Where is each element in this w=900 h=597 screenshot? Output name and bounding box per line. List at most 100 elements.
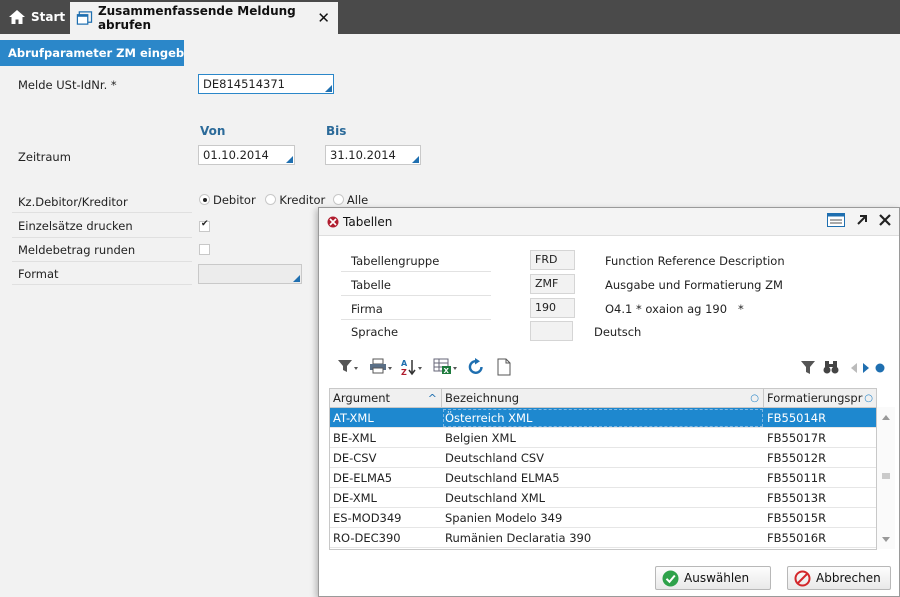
tab-active-label: Zusammenfassende Meldung abrufen [97,4,296,32]
column-header-argument[interactable]: Argument ^ [330,389,442,408]
field-corner-icon [293,275,300,282]
cell-bezeichnung: Deutschland CSV [445,451,545,465]
column-header-label: Bezeichnung [445,391,520,405]
cell-formatierung: FB55015R [767,511,827,525]
pager-nav-icon[interactable] [849,362,889,374]
param-desc: Deutsch [594,325,642,339]
window-icon [76,11,93,25]
abbrechen-button[interactable]: Abbrechen [787,566,891,590]
von-date-field[interactable]: 01.10.2014 [198,145,295,165]
cell-formatierung: FB55011R [767,471,827,485]
cell-argument: DE-CSV [333,451,377,465]
einzelsaetze-checkbox[interactable] [199,219,210,232]
cell-bezeichnung: Spanien Modelo 349 [445,511,563,525]
funnel-icon[interactable] [801,361,815,374]
format-label: Format [18,267,59,281]
param-value: ZMF [535,277,559,290]
param-label: Tabelle [351,278,392,292]
tab-start-label: Start [31,10,66,24]
binoculars-icon[interactable] [823,360,839,374]
tabelle-field[interactable]: ZMF [530,274,575,294]
table-row[interactable]: AT-XML Österreich XML FB55014R [330,408,876,428]
tabellen-dialog: Tabellen Tabellengruppe FRD Function Ref… [318,207,900,597]
radio-icon [332,194,344,205]
field-corner-icon [412,156,419,163]
tabellengruppe-field[interactable]: FRD [530,250,575,270]
radio-selected-icon [199,194,210,205]
row-divider [341,295,491,296]
radio-alle-label: Alle [346,193,369,207]
sort-az-icon[interactable]: AZ [401,358,425,376]
maximize-icon[interactable] [855,213,869,227]
cell-argument: RO-DEC390 [333,531,401,545]
param-desc: Function Reference Description [605,254,785,268]
cell-argument: ES-MOD349 [333,511,402,525]
radio-debitor[interactable]: Debitor [199,193,256,207]
close-tab-icon[interactable]: ✕ [317,9,330,27]
cell-bezeichnung: Deutschland ELMA5 [445,471,560,485]
tab-bar: Start Zusammenfassende Meldung abrufen ✕ [0,0,900,34]
cell-formatierung: FB55014R [767,411,827,425]
ustid-label: Melde USt-IdNr. * [18,78,117,92]
cell-bezeichnung: Belgien XML [445,431,516,445]
scroll-grip-icon[interactable] [882,473,890,479]
dialog-title: Tabellen [343,215,393,229]
cell-argument: AT-XML [333,411,374,425]
layout-icon[interactable] [827,213,845,227]
checkmark-icon [662,570,679,586]
scroll-up-icon[interactable] [882,415,890,420]
refresh-icon[interactable] [467,358,485,376]
grid-scrollbar[interactable] [877,407,895,549]
table-row[interactable]: BE-XML Belgien XML FB55017R [330,428,876,448]
column-header-bezeichnung[interactable]: Bezeichnung ○ [442,389,764,408]
radio-alle[interactable]: Alle [332,193,369,207]
radio-kreditor-label: Kreditor [279,193,326,207]
firma-field[interactable]: 190 [530,298,575,318]
print-icon[interactable] [369,358,393,374]
column-options-icon: ○ [750,393,759,404]
auswaehlen-button[interactable]: Auswählen [655,566,771,590]
von-header: Von [200,124,226,138]
close-dialog-icon[interactable] [879,214,891,226]
cell-argument: DE-XML [333,491,377,505]
excel-export-icon[interactable]: X [433,358,459,375]
einzelsaetze-label: Einzelsätze drucken [18,219,133,233]
ustid-value: DE814514371 [203,77,285,91]
meldebetrag-runden-label: Meldebetrag runden [18,243,136,257]
table-row[interactable]: ES-MOD349 Spanien Modelo 349 FB55015R [330,508,876,528]
param-label: Firma [351,302,383,316]
zeitraum-label: Zeitraum [18,150,71,164]
meldebetrag-runden-checkbox[interactable] [199,244,210,255]
filter-icon[interactable] [337,358,359,374]
column-options-icon: ○ [864,393,873,404]
svg-text:A: A [401,359,408,368]
tab-zusammenfassende-meldung[interactable]: Zusammenfassende Meldung abrufen ✕ [70,2,338,34]
param-label: Tabellengruppe [351,254,440,268]
cell-formatierung: FB55013R [767,491,827,505]
tab-start[interactable]: Start [0,0,66,34]
ustid-field[interactable]: DE814514371 [198,74,334,94]
section-title: Abrufparameter ZM eingeben [0,40,209,66]
kz-radio-group: Debitor Kreditor Alle [199,193,368,207]
column-header-formatierungsprogramm[interactable]: Formatierungspr ○ [764,389,876,408]
column-header-label: Formatierungspr [767,391,863,405]
cell-argument: DE-ELMA5 [333,471,393,485]
sprache-field[interactable] [530,321,573,341]
table-row[interactable]: RO-DEC390 Rumänien Declaratia 390 FB5501… [330,528,876,548]
new-document-icon[interactable] [497,358,511,376]
table-row[interactable]: DE-XML Deutschland XML FB55013R [330,488,876,508]
radio-kreditor[interactable]: Kreditor [265,193,325,207]
radio-debitor-label: Debitor [213,193,256,207]
format-field[interactable] [198,264,302,284]
table-row[interactable]: DE-CSV Deutschland CSV FB55012R [330,448,876,468]
scroll-down-icon[interactable] [882,537,890,542]
param-value: 190 [535,301,556,314]
bis-date-field[interactable]: 31.10.2014 [325,145,421,165]
row-divider [341,271,491,272]
cell-formatierung: FB55016R [767,531,827,545]
section-header: Abrufparameter ZM eingeben [0,40,900,66]
cell-formatierung: FB55012R [767,451,827,465]
cancel-icon [794,570,811,586]
table-row[interactable]: DE-ELMA5 Deutschland ELMA5 FB55011R [330,468,876,488]
bis-date-value: 31.10.2014 [330,148,396,162]
